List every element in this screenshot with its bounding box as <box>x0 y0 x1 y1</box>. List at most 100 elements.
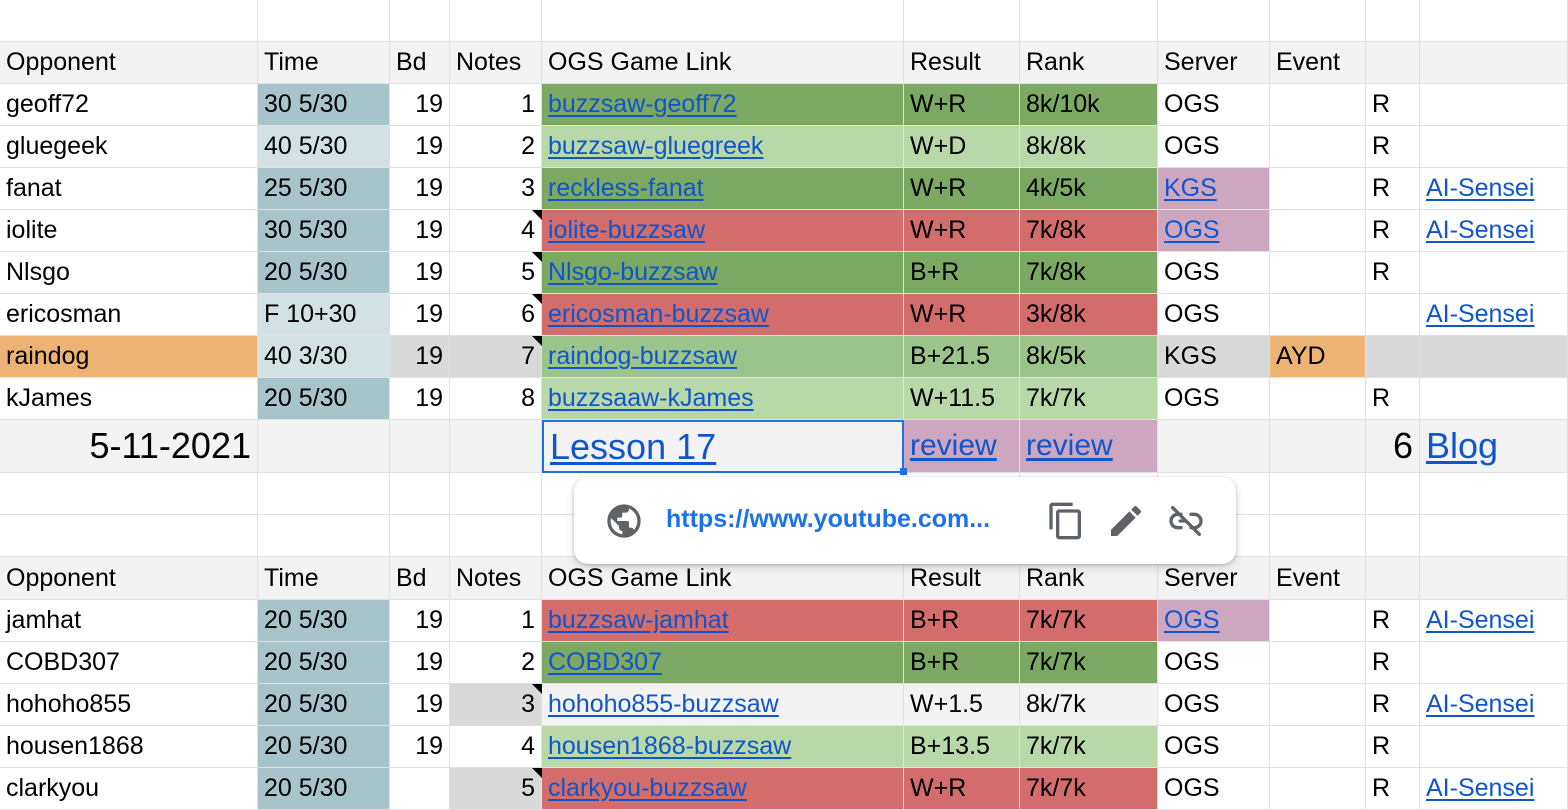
event-cell[interactable] <box>1270 210 1366 252</box>
event-cell[interactable] <box>1270 726 1366 768</box>
rated-cell[interactable] <box>1366 294 1420 336</box>
rank-cell[interactable]: 7k/7k <box>1020 726 1158 768</box>
opponent-cell[interactable]: Nlsgo <box>0 252 258 294</box>
game-link-cell[interactable]: raindog-buzzsaw <box>542 336 904 378</box>
result-cell[interactable]: W+R <box>904 84 1020 126</box>
time-cell[interactable]: 20 5/30 <box>258 600 390 642</box>
game-link-cell[interactable]: hohoho855-buzzsaw <box>542 684 904 726</box>
header-opponent[interactable]: Opponent <box>0 557 258 600</box>
notes-cell[interactable]: 4 <box>450 726 542 768</box>
header-result[interactable]: Result <box>904 42 1020 84</box>
game-link-cell[interactable]: buzzsaw-jamhat <box>542 600 904 642</box>
rank-cell[interactable]: 7k/7k <box>1020 768 1158 810</box>
opponent-cell[interactable]: ericosman <box>0 294 258 336</box>
time-cell[interactable]: 20 5/30 <box>258 642 390 684</box>
board-cell[interactable]: 19 <box>390 210 450 252</box>
header-review-link[interactable] <box>1420 42 1568 84</box>
review-link[interactable]: review <box>1020 420 1158 473</box>
comment-indicator-icon[interactable] <box>532 684 542 694</box>
empty-cell[interactable] <box>1270 515 1366 557</box>
server-cell[interactable]: OGS <box>1158 294 1270 336</box>
event-cell[interactable] <box>1270 378 1366 420</box>
rated-cell[interactable]: R <box>1366 210 1420 252</box>
game-link-cell[interactable]: Nlsgo-buzzsaw <box>542 252 904 294</box>
rated-cell[interactable]: R <box>1366 726 1420 768</box>
notes-cell[interactable]: 5 <box>450 768 542 810</box>
empty-cell[interactable] <box>450 420 542 473</box>
board-cell[interactable]: 19 <box>390 642 450 684</box>
empty-cell[interactable] <box>1420 515 1568 557</box>
empty-cell[interactable] <box>450 0 542 42</box>
rank-cell[interactable]: 7k/8k <box>1020 210 1158 252</box>
rated-cell[interactable]: R <box>1366 168 1420 210</box>
header-board[interactable]: Bd <box>390 42 450 84</box>
time-cell[interactable]: 40 5/30 <box>258 126 390 168</box>
opponent-cell[interactable]: raindog <box>0 336 258 378</box>
notes-cell[interactable]: 1 <box>450 600 542 642</box>
result-cell[interactable]: W+R <box>904 768 1020 810</box>
event-cell[interactable] <box>1270 294 1366 336</box>
empty-cell[interactable] <box>1420 0 1568 42</box>
event-cell[interactable] <box>1270 252 1366 294</box>
notes-cell[interactable]: 7 <box>450 336 542 378</box>
board-cell[interactable]: 19 <box>390 84 450 126</box>
time-cell[interactable]: 20 5/30 <box>258 684 390 726</box>
rank-cell[interactable]: 3k/8k <box>1020 294 1158 336</box>
opponent-cell[interactable]: hohoho855 <box>0 684 258 726</box>
notes-cell[interactable]: 3 <box>450 168 542 210</box>
selection-fill-handle[interactable] <box>900 468 907 475</box>
review-link-cell[interactable] <box>1420 252 1568 294</box>
game-link-cell[interactable]: iolite-buzzsaw <box>542 210 904 252</box>
empty-cell[interactable] <box>258 420 390 473</box>
result-cell[interactable]: W+1.5 <box>904 684 1020 726</box>
header-server[interactable]: Server <box>1158 42 1270 84</box>
edit-icon[interactable] <box>1106 501 1146 541</box>
notes-cell[interactable]: 2 <box>450 126 542 168</box>
opponent-cell[interactable]: fanat <box>0 168 258 210</box>
empty-cell[interactable] <box>1270 473 1366 515</box>
opponent-cell[interactable]: kJames <box>0 378 258 420</box>
empty-cell[interactable] <box>0 473 258 515</box>
result-cell[interactable]: W+R <box>904 294 1020 336</box>
board-cell[interactable]: 19 <box>390 684 450 726</box>
rank-cell[interactable]: 8k/7k <box>1020 684 1158 726</box>
rank-cell[interactable]: 8k/8k <box>1020 126 1158 168</box>
rank-cell[interactable]: 7k/7k <box>1020 600 1158 642</box>
review-link-cell[interactable]: AI-Sensei <box>1420 294 1568 336</box>
server-cell[interactable]: OGS <box>1158 768 1270 810</box>
comment-indicator-icon[interactable] <box>532 768 542 778</box>
server-cell[interactable]: OGS <box>1158 252 1270 294</box>
server-cell[interactable]: OGS <box>1158 642 1270 684</box>
empty-cell[interactable] <box>1270 0 1366 42</box>
event-cell[interactable] <box>1270 684 1366 726</box>
empty-cell[interactable] <box>390 515 450 557</box>
event-cell[interactable] <box>1270 642 1366 684</box>
rated-cell[interactable]: R <box>1366 378 1420 420</box>
comment-indicator-icon[interactable] <box>532 336 542 346</box>
opponent-cell[interactable]: COBD307 <box>0 642 258 684</box>
time-cell[interactable]: 25 5/30 <box>258 168 390 210</box>
review-link-cell[interactable] <box>1420 642 1568 684</box>
empty-cell[interactable] <box>542 0 904 42</box>
header-event[interactable]: Event <box>1270 557 1366 600</box>
empty-cell[interactable] <box>450 473 542 515</box>
copy-icon[interactable] <box>1046 501 1086 541</box>
time-cell[interactable]: 40 3/30 <box>258 336 390 378</box>
server-cell[interactable]: KGS <box>1158 336 1270 378</box>
result-cell[interactable]: B+21.5 <box>904 336 1020 378</box>
notes-cell[interactable]: 1 <box>450 84 542 126</box>
empty-cell[interactable] <box>0 515 258 557</box>
empty-cell[interactable] <box>904 0 1020 42</box>
event-cell[interactable] <box>1270 768 1366 810</box>
opponent-cell[interactable]: clarkyou <box>0 768 258 810</box>
notes-cell[interactable]: 6 <box>450 294 542 336</box>
empty-cell[interactable] <box>1270 420 1366 473</box>
time-cell[interactable]: 30 5/30 <box>258 210 390 252</box>
board-cell[interactable]: 19 <box>390 168 450 210</box>
rank-cell[interactable]: 7k/7k <box>1020 642 1158 684</box>
rank-cell[interactable]: 4k/5k <box>1020 168 1158 210</box>
header-review-link[interactable] <box>1420 557 1568 600</box>
time-cell[interactable]: 20 5/30 <box>258 768 390 810</box>
rated-cell[interactable]: R <box>1366 642 1420 684</box>
event-cell[interactable] <box>1270 84 1366 126</box>
